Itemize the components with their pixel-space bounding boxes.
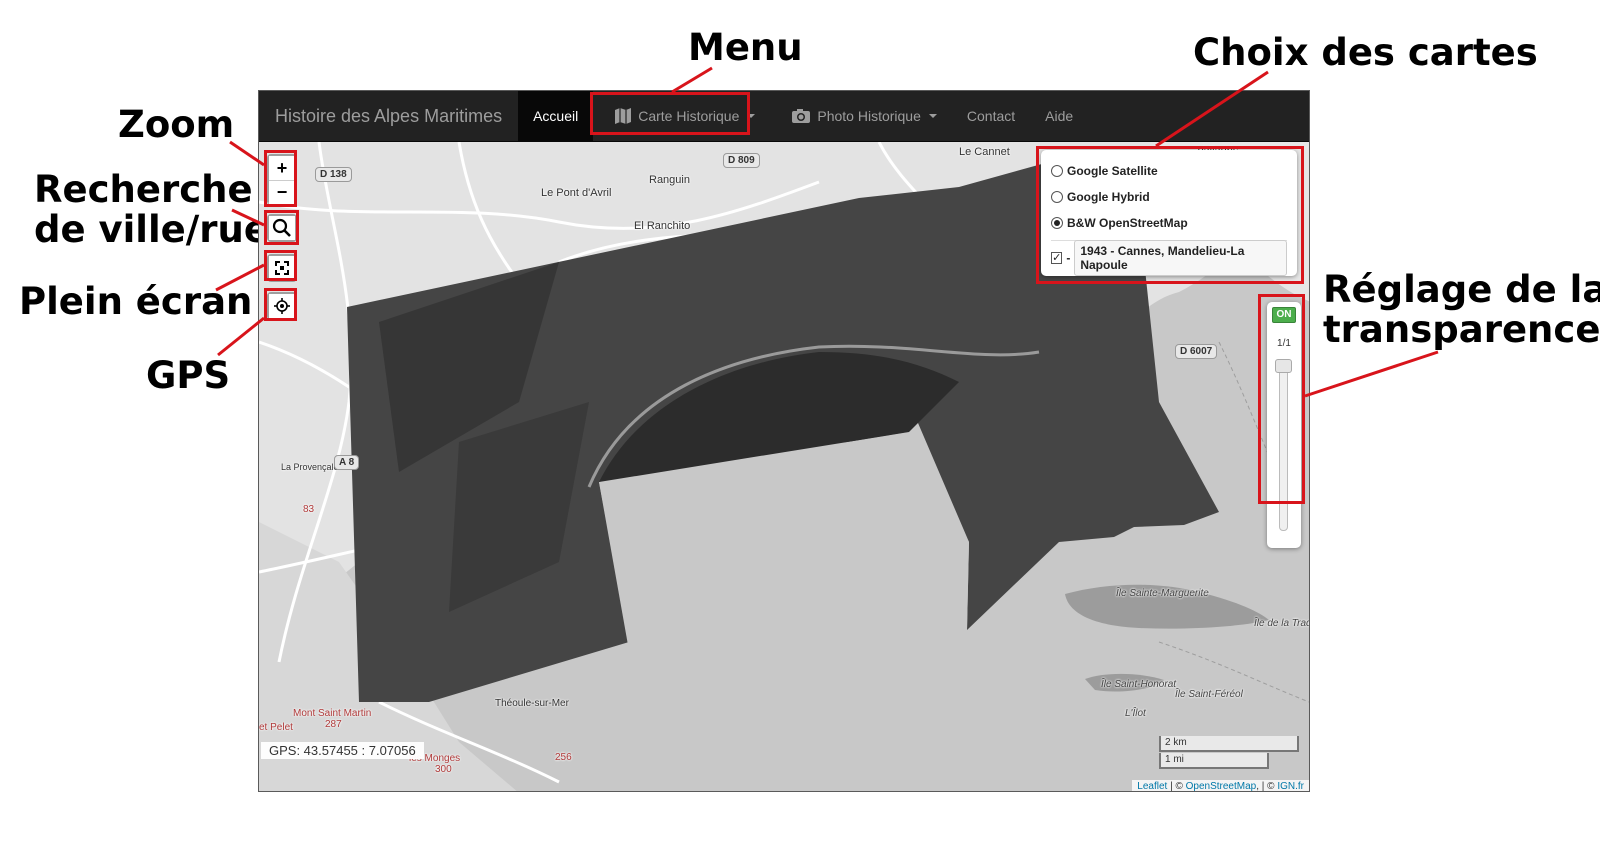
fullscreen-control <box>267 254 297 282</box>
zoom-in-button[interactable]: + <box>269 156 295 180</box>
map-label-ile-sainte-marguerite: Île Sainte-Marguerite <box>1116 588 1209 599</box>
opacity-slider-track[interactable] <box>1279 359 1288 531</box>
overlay-layer-button[interactable]: 1943 - Cannes, Mandelieu-La Napoule <box>1074 240 1287 276</box>
nav-item-carte-historique[interactable]: Carte Historique <box>599 91 770 142</box>
search-button[interactable] <box>269 216 295 240</box>
overlay-dash: - <box>1066 251 1071 265</box>
map-label-la-provencale: La Provençale <box>281 462 339 472</box>
nav-item-aide[interactable]: Aide <box>1030 91 1088 142</box>
attribution-leaflet-link[interactable]: Leaflet <box>1137 781 1167 791</box>
locate-button[interactable] <box>269 294 295 318</box>
chevron-down-icon <box>747 114 756 118</box>
map-label-theoule: Théoule-sur-Mer <box>495 698 569 709</box>
map-label-pelet: et Pelet <box>259 722 293 733</box>
radio-google-satellite[interactable] <box>1051 165 1063 177</box>
map-label-alt-83: 83 <box>303 504 315 515</box>
navbar-brand[interactable]: Histoire des Alpes Maritimes <box>259 91 518 142</box>
top-navbar: Histoire des Alpes Maritimes Accueil Car… <box>259 91 1309 142</box>
camera-icon <box>792 109 811 123</box>
attribution-osm-link[interactable]: OpenStreetMap <box>1186 781 1257 791</box>
map-label-el-ranchito: El Ranchito <box>634 220 691 232</box>
app-window: Le Cannet Vallauris Ranguin Le Pont d'Av… <box>258 90 1310 792</box>
layers-panel: Google Satellite Google Hybrid B&W OpenS… <box>1041 150 1297 276</box>
map-label-le-cannet: Le Cannet <box>959 146 1010 158</box>
attribution-sep1: | © <box>1167 781 1186 792</box>
opacity-fraction: 1/1 <box>1277 338 1291 349</box>
search-icon <box>272 218 291 237</box>
attribution-ign-link[interactable]: IGN.fr <box>1277 781 1304 791</box>
fullscreen-icon <box>275 261 289 275</box>
map-label-ile-saint-fereol: Île Saint-Féréol <box>1175 689 1243 700</box>
gps-readout: GPS: 43.57455 : 7.07056 <box>261 742 424 759</box>
annotation-plein-ecran: Plein écran <box>19 280 253 323</box>
nav-label: Photo Historique <box>817 107 921 124</box>
nav-item-accueil[interactable]: Accueil <box>518 91 594 142</box>
map-label-mont-saint-martin-alt: 287 <box>325 719 342 730</box>
opacity-slider-handle[interactable] <box>1275 359 1292 373</box>
locate-control <box>267 292 297 320</box>
map-label-ile-de-la-trade: Île de la Trade <box>1254 618 1309 629</box>
base-layer-google-satellite[interactable]: Google Satellite <box>1051 158 1287 184</box>
crosshair-icon <box>274 298 290 314</box>
layer-label: Google Hybrid <box>1067 190 1150 204</box>
nav-item-contact[interactable]: Contact <box>952 91 1030 142</box>
overlay-checkbox[interactable]: ✓ <box>1051 252 1063 264</box>
annotation-recherche: Recherche de ville/rue <box>34 170 269 250</box>
map-label-mont-saint-martin: Mont Saint Martin <box>293 708 372 719</box>
attribution-sep2: , | © <box>1256 781 1278 792</box>
layer-label: B&W OpenStreetMap <box>1067 216 1188 230</box>
annotation-choix-cartes: Choix des cartes <box>1193 31 1538 74</box>
annotation-recherche-line1: Recherche <box>34 168 253 211</box>
annotation-recherche-line2: de ville/rue <box>34 208 269 251</box>
scale-mi: 1 mi <box>1159 753 1269 769</box>
map-label-ile-saint-honorat: Île Saint-Honorat <box>1101 679 1177 690</box>
road-shield-d809: D 809 <box>723 153 760 168</box>
zoom-out-button[interactable]: − <box>269 180 295 204</box>
overlay-layer-1943[interactable]: ✓ - 1943 - Cannes, Mandelieu-La Napoule <box>1051 240 1287 276</box>
zoom-control: + − <box>267 154 297 206</box>
chevron-down-icon <box>928 114 937 118</box>
nav-label: Contact <box>966 107 1016 124</box>
fullscreen-button[interactable] <box>269 256 295 280</box>
radio-google-hybrid[interactable] <box>1051 191 1063 203</box>
map-label-ranguin: Ranguin <box>649 174 690 186</box>
road-shield-d138: D 138 <box>315 167 352 182</box>
base-layer-bw-openstreetmap[interactable]: B&W OpenStreetMap <box>1051 210 1287 236</box>
nav-item-photo-historique[interactable]: Photo Historique <box>776 91 952 142</box>
search-control <box>267 214 297 242</box>
radio-bw-openstreetmap[interactable] <box>1051 217 1063 229</box>
scale-km: 2 km <box>1159 736 1299 752</box>
map-label-le-pont-davril: Le Pont d'Avril <box>541 187 612 199</box>
map-label-monges-alt: 300 <box>435 764 452 775</box>
annotation-reglage-line2: transparence <box>1323 308 1600 351</box>
layer-label: Google Satellite <box>1067 164 1158 178</box>
nav-label: Aide <box>1045 107 1074 124</box>
attribution: Leaflet | © OpenStreetMap, | © IGN.fr <box>1132 780 1309 792</box>
road-shield-d6007: D 6007 <box>1175 344 1218 359</box>
annotation-reglage-line1: Réglage de la <box>1323 268 1600 311</box>
annotation-reglage: Réglage de la transparence <box>1323 270 1600 350</box>
road-shield-a8: A 8 <box>334 455 360 470</box>
annotation-gps: GPS <box>146 354 231 397</box>
annotation-zoom: Zoom <box>118 103 235 146</box>
map-canvas[interactable]: Le Cannet Vallauris Ranguin Le Pont d'Av… <box>259 142 1309 792</box>
annotation-menu: Menu <box>688 26 803 69</box>
nav-label: Accueil <box>533 107 579 124</box>
map-label-alt-256: 256 <box>555 752 572 763</box>
map-icon <box>615 108 632 124</box>
opacity-control: ON 1/1 <box>1267 302 1301 548</box>
opacity-toggle-button[interactable]: ON <box>1272 307 1296 323</box>
nav-label: Carte Historique <box>638 107 740 124</box>
base-layer-google-hybrid[interactable]: Google Hybrid <box>1051 184 1287 210</box>
map-label-lilot: L'Îlot <box>1125 708 1146 719</box>
